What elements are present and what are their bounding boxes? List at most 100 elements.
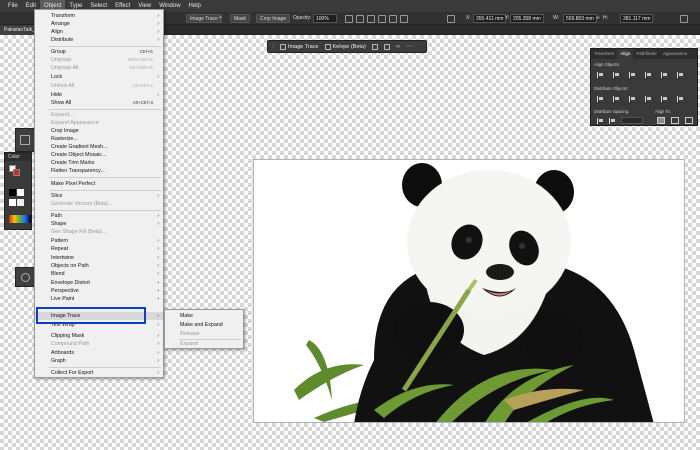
- distribute-right-icon[interactable]: [677, 96, 683, 102]
- grip-icon[interactable]: ⁝: [272, 43, 274, 50]
- menu-item-path[interactable]: Path ›: [35, 212, 163, 220]
- menu-item-compound-path[interactable]: Compound Path ›: [35, 340, 163, 348]
- menu-item-create-object-mosaic[interactable]: Create Object Mosaic...: [35, 151, 163, 159]
- mask-icon[interactable]: [383, 43, 390, 50]
- menu-item-hide[interactable]: Hide ›: [35, 91, 163, 99]
- distribute-hcenter-icon[interactable]: [661, 96, 667, 102]
- x-input[interactable]: 355.411 mm: [473, 14, 507, 23]
- menu-item-make-pixel-perfect[interactable]: Make Pixel Perfect: [35, 180, 163, 188]
- menu-item-clipping-mask[interactable]: Clipping Mask ›: [35, 332, 163, 340]
- crop-icon[interactable]: [371, 43, 378, 50]
- tool-strip-bottom[interactable]: [15, 267, 35, 287]
- h-input[interactable]: 381.117 mm: [620, 14, 654, 23]
- align-bottom-icon[interactable]: [677, 72, 683, 78]
- submenu-item-expand[interactable]: Expand: [165, 340, 243, 348]
- artboard[interactable]: [253, 159, 685, 423]
- menu-item-unlock-all[interactable]: Unlock All Alt+Ctrl+2: [35, 82, 163, 90]
- selection-tool-icon[interactable]: [20, 135, 30, 145]
- crop-image-button[interactable]: Crop Image: [256, 14, 291, 23]
- distribute-bottom-icon[interactable]: [629, 96, 635, 102]
- align-to-key-object-icon[interactable]: [685, 117, 693, 124]
- spacing-input[interactable]: [621, 117, 643, 124]
- tab-appearance[interactable]: Appearance: [660, 49, 690, 59]
- menu-item-artboards[interactable]: Artboards ›: [35, 349, 163, 357]
- menu-item-transform[interactable]: Transform ›: [35, 12, 163, 20]
- chevron-down-icon[interactable]: ▾: [219, 14, 222, 23]
- menu-item-create-gradient-mesh[interactable]: Create Gradient Mesh...: [35, 143, 163, 151]
- y-input[interactable]: 205.358 mm: [510, 14, 544, 23]
- menu-item-blend[interactable]: Blend ›: [35, 270, 163, 278]
- menu-item-collect-for-export[interactable]: Collect For Export ›: [35, 369, 163, 377]
- tab-pathfinder[interactable]: Pathfinder: [633, 49, 660, 59]
- black-swatch[interactable]: [9, 189, 16, 196]
- submenu-item-make-and-expand[interactable]: Make and Expand: [165, 321, 243, 329]
- gray-swatch[interactable]: [17, 199, 24, 206]
- stroke-swatch[interactable]: [13, 169, 20, 176]
- link-icon[interactable]: ∞: [596, 14, 600, 23]
- tab-transform[interactable]: Transform: [591, 49, 617, 59]
- align-right-icon[interactable]: [629, 72, 635, 78]
- menu-item-slice[interactable]: Slice ›: [35, 192, 163, 200]
- menu-item-group[interactable]: Group Ctrl+G: [35, 48, 163, 56]
- menu-item-repeat[interactable]: Repeat ›: [35, 245, 163, 253]
- opacity-input[interactable]: 100%: [313, 14, 337, 23]
- menu-item-align[interactable]: Align ›: [35, 28, 163, 36]
- tab-align[interactable]: Align: [617, 49, 634, 59]
- submenu-item-release[interactable]: Release: [165, 330, 243, 338]
- menu-item-crop-image[interactable]: Crop Image: [35, 127, 163, 135]
- distribute-left-icon[interactable]: [645, 96, 651, 102]
- menu-item-expand[interactable]: Expand...: [35, 111, 163, 119]
- menu-item-shape[interactable]: Shape ›: [35, 220, 163, 228]
- none-swatch[interactable]: [9, 199, 16, 206]
- horizontal-spacing-icon[interactable]: [609, 118, 615, 124]
- distribute-top-icon[interactable]: [597, 96, 603, 102]
- menu-item-intertwine[interactable]: Intertwine ›: [35, 254, 163, 262]
- menu-item-ungroup[interactable]: Ungroup Shift+Ctrl+G: [35, 56, 163, 64]
- w-input[interactable]: 559.803 mm: [563, 14, 597, 23]
- image-trace-quick-button[interactable]: Image Trace: [279, 43, 319, 50]
- menu-item-live-paint[interactable]: Live Paint ›: [35, 295, 163, 303]
- vertical-spacing-icon[interactable]: [597, 118, 603, 124]
- submenu-item-make[interactable]: Make: [165, 312, 243, 320]
- align-to-selection-icon[interactable]: [657, 117, 665, 124]
- menu-item-rasterize[interactable]: Rasterize...: [35, 135, 163, 143]
- isolate-icon[interactable]: [400, 15, 408, 23]
- align-to-artboard-icon[interactable]: [671, 117, 679, 124]
- align-left-icon[interactable]: [597, 72, 603, 78]
- menu-item-create-trim-marks[interactable]: Create Trim Marks: [35, 159, 163, 167]
- menu-file[interactable]: File: [4, 0, 22, 12]
- image-trace-button[interactable]: Image Trace: [186, 14, 222, 23]
- menu-item-flatten-transparency[interactable]: Flatten Transparency...: [35, 167, 163, 175]
- panda-image[interactable]: [254, 160, 685, 423]
- distribute-vcenter-icon[interactable]: [613, 96, 619, 102]
- align-hcenter-icon[interactable]: [613, 72, 619, 78]
- align-icon[interactable]: [389, 15, 397, 23]
- menu-help[interactable]: Help: [185, 0, 205, 12]
- menu-item-arrange[interactable]: Arrange ›: [35, 20, 163, 28]
- menu-item-perspective[interactable]: Perspective ›: [35, 287, 163, 295]
- reference-point-locator-icon[interactable]: [447, 15, 455, 23]
- tool-strip-top[interactable]: [15, 128, 35, 152]
- grid-icon[interactable]: [345, 15, 353, 23]
- white-swatch[interactable]: [17, 189, 24, 196]
- kelvpe-button[interactable]: Kelvpe (Beta): [324, 43, 366, 50]
- menu-item-gen-shape-fill[interactable]: Gen Shape Fill (Beta)...: [35, 228, 163, 236]
- menu-item-generate-vectors[interactable]: Generate Vectors (Beta)...: [35, 200, 163, 208]
- align-vcenter-icon[interactable]: [661, 72, 667, 78]
- menu-item-distribute[interactable]: Distribute ›: [35, 36, 163, 44]
- menu-item-ungroup-all[interactable]: Ungroup All Alt+Shift+G: [35, 64, 163, 72]
- menu-item-envelope-distort[interactable]: Envelope Distort ›: [35, 279, 163, 287]
- menu-item-objects-on-path[interactable]: Objects on Path ›: [35, 262, 163, 270]
- menu-item-show-all[interactable]: Show All Alt+Ctrl+3: [35, 99, 163, 107]
- link-icon[interactable]: ∞: [396, 44, 400, 50]
- mask-button[interactable]: Mask: [230, 14, 250, 23]
- more-options-icon[interactable]: [680, 15, 688, 23]
- transform-icon[interactable]: [378, 15, 386, 23]
- menu-item-lock[interactable]: Lock ›: [35, 73, 163, 81]
- align-top-icon[interactable]: [645, 72, 651, 78]
- recolor-icon[interactable]: [367, 15, 375, 23]
- menu-item-graph[interactable]: Graph ›: [35, 357, 163, 365]
- reference-point-icon[interactable]: [356, 15, 364, 23]
- menu-item-pattern[interactable]: Pattern ›: [35, 237, 163, 245]
- color-spectrum[interactable]: [9, 215, 31, 223]
